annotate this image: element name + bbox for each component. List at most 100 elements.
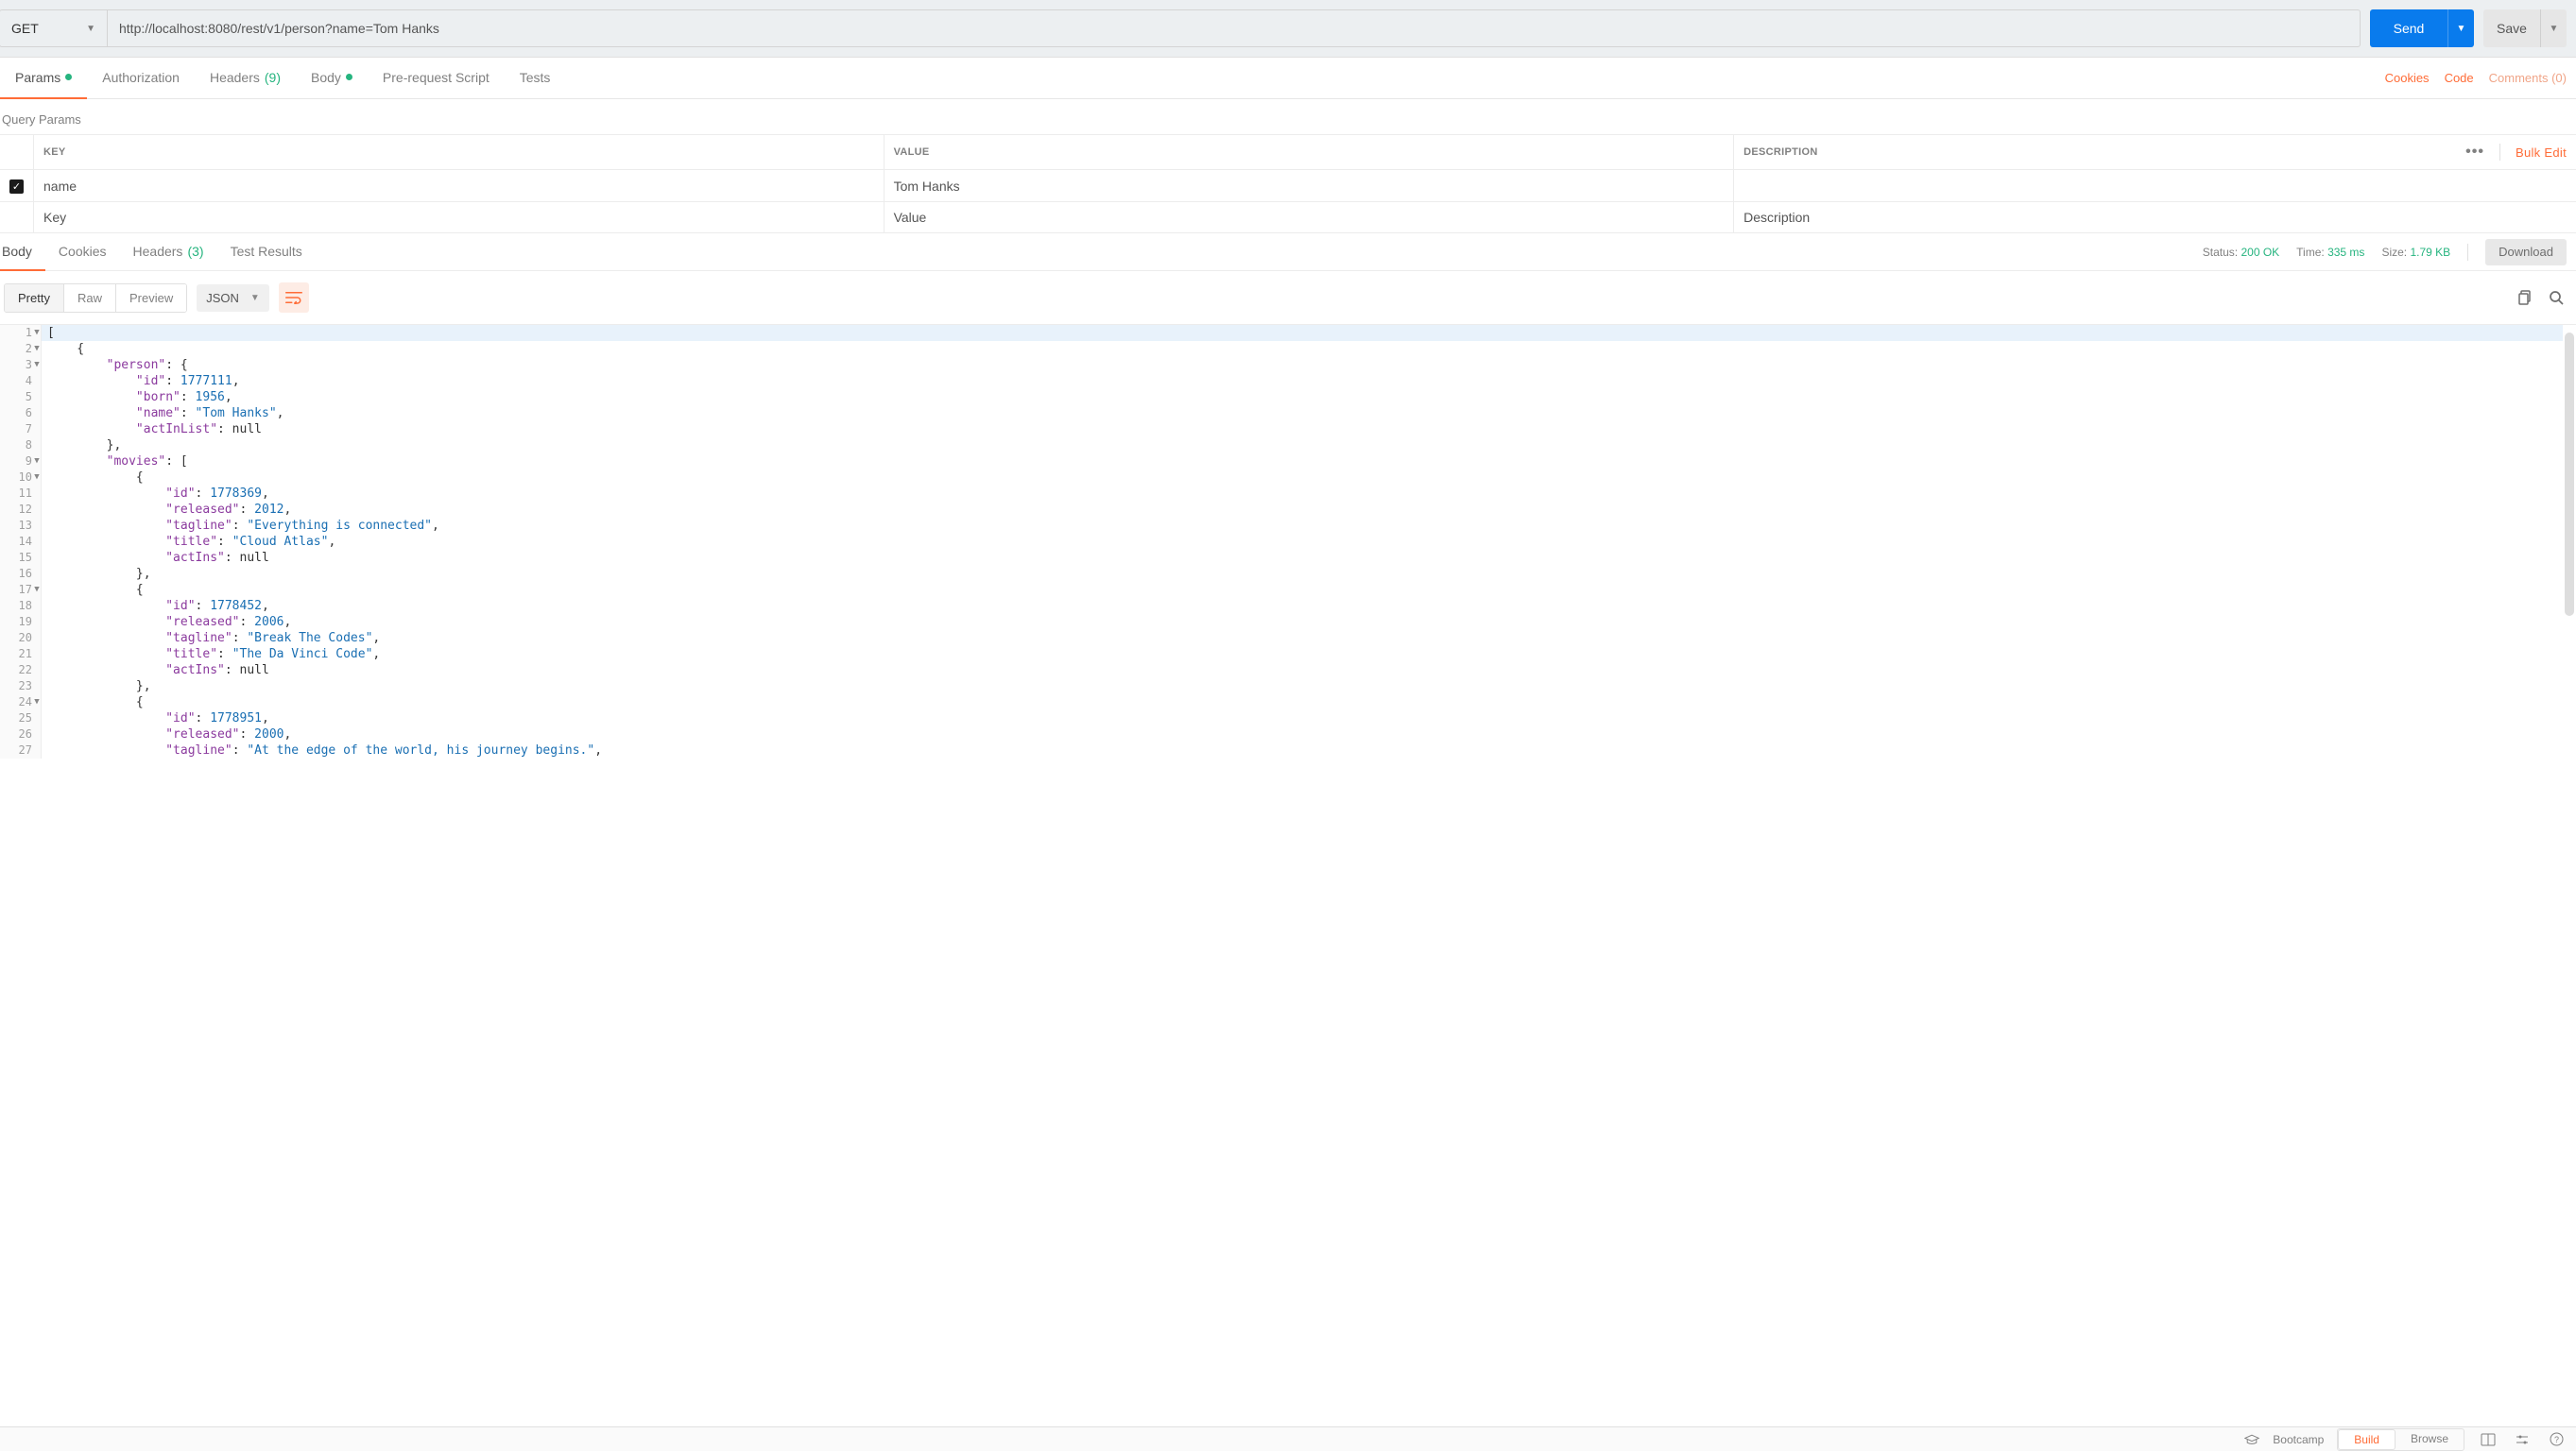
chevron-down-icon: ▼ bbox=[250, 293, 260, 303]
search-icon bbox=[2549, 290, 2564, 305]
copy-icon bbox=[2518, 290, 2533, 305]
resp-tab-tests[interactable]: Test Results bbox=[217, 233, 316, 271]
tab-prerequest[interactable]: Pre-request Script bbox=[368, 58, 505, 99]
param-checkbox-empty bbox=[0, 202, 34, 233]
method-value: GET bbox=[11, 21, 39, 36]
param-value: Tom Hanks bbox=[894, 179, 960, 194]
response-tabs: Body Cookies Headers (3) Test Results St… bbox=[0, 233, 2576, 271]
body-indicator-dot bbox=[346, 74, 352, 80]
view-mode-segment: Pretty Raw Preview bbox=[4, 283, 187, 313]
two-pane-button[interactable] bbox=[2478, 1429, 2499, 1450]
tab-auth-label: Authorization bbox=[102, 70, 180, 85]
wrap-icon bbox=[285, 291, 302, 304]
save-group: Save ▼ bbox=[2483, 9, 2567, 47]
two-pane-icon bbox=[2481, 1433, 2496, 1446]
param-row-empty: Key Value Description bbox=[0, 202, 2576, 233]
view-raw[interactable]: Raw bbox=[63, 284, 115, 312]
format-value: JSON bbox=[206, 291, 239, 305]
time-label: Time: bbox=[2296, 246, 2325, 259]
th-key: KEY bbox=[34, 135, 884, 170]
size-label: Size: bbox=[2381, 246, 2407, 259]
method-select[interactable]: GET ▼ bbox=[0, 9, 108, 47]
time-value: 335 ms bbox=[2327, 246, 2364, 259]
th-description: DESCRIPTION ••• Bulk Edit bbox=[1734, 135, 2576, 170]
param-desc-cell[interactable] bbox=[1734, 170, 2576, 202]
code-lines: [ { "person": { "id": 1777111, "born": 1… bbox=[42, 325, 2576, 759]
param-checkbox[interactable]: ✓ bbox=[9, 179, 24, 194]
tab-prerequest-label: Pre-request Script bbox=[383, 70, 489, 85]
format-select[interactable]: JSON ▼ bbox=[197, 284, 269, 312]
tab-body-label: Body bbox=[311, 70, 341, 85]
tab-headers-count: (9) bbox=[265, 70, 281, 85]
keyboard-button[interactable] bbox=[2512, 1429, 2533, 1450]
footer-mode-group: Build Browse bbox=[2337, 1428, 2464, 1451]
status-value: 200 OK bbox=[2241, 246, 2279, 259]
resp-tab-headers[interactable]: Headers (3) bbox=[120, 233, 217, 271]
resp-tab-body-label: Body bbox=[2, 244, 32, 259]
url-value: http://localhost:8080/rest/v1/person?nam… bbox=[119, 21, 439, 36]
save-dropdown[interactable]: ▼ bbox=[2540, 9, 2567, 47]
th-value: VALUE bbox=[884, 135, 1734, 170]
param-desc-placeholder[interactable]: Description bbox=[1734, 202, 2576, 233]
separator bbox=[2467, 244, 2468, 261]
tab-body[interactable]: Body bbox=[296, 58, 368, 99]
link-cookies[interactable]: Cookies bbox=[2385, 71, 2430, 85]
th-checkbox bbox=[0, 135, 34, 170]
tab-headers[interactable]: Headers (9) bbox=[195, 58, 296, 99]
wrap-lines-button[interactable] bbox=[279, 282, 309, 313]
params-indicator-dot bbox=[65, 74, 72, 80]
footer-build[interactable]: Build bbox=[2338, 1429, 2396, 1450]
help-button[interactable]: ? bbox=[2546, 1429, 2567, 1450]
request-bar: GET ▼ http://localhost:8080/rest/v1/pers… bbox=[0, 0, 2576, 58]
query-params-table: KEY VALUE DESCRIPTION ••• Bulk Edit ✓ na… bbox=[0, 134, 2576, 233]
view-preview[interactable]: Preview bbox=[115, 284, 186, 312]
status-label: Status: bbox=[2203, 246, 2238, 259]
help-icon: ? bbox=[2550, 1432, 2564, 1446]
resp-tab-cookies-label: Cookies bbox=[59, 244, 107, 259]
size-value: 1.79 KB bbox=[2410, 246, 2450, 259]
send-button[interactable]: Send bbox=[2370, 9, 2447, 47]
param-value-placeholder[interactable]: Value bbox=[884, 202, 1734, 233]
param-key: name bbox=[43, 179, 77, 194]
tab-params-label: Params bbox=[15, 70, 60, 85]
save-button[interactable]: Save bbox=[2483, 9, 2540, 47]
more-icon[interactable]: ••• bbox=[2465, 144, 2484, 161]
copy-button[interactable] bbox=[2516, 287, 2536, 308]
tab-tests-label: Tests bbox=[520, 70, 551, 85]
param-value-cell[interactable]: Tom Hanks bbox=[884, 170, 1734, 202]
response-view-row: Pretty Raw Preview JSON ▼ bbox=[0, 271, 2576, 324]
th-desc-label: DESCRIPTION bbox=[1743, 146, 1817, 158]
param-row: ✓ name Tom Hanks bbox=[0, 170, 2576, 202]
param-key-placeholder[interactable]: Key bbox=[34, 202, 884, 233]
link-comments[interactable]: Comments (0) bbox=[2489, 71, 2567, 85]
response-meta: Status: 200 OK Time: 335 ms Size: 1.79 K… bbox=[2203, 239, 2576, 265]
request-links: Cookies Code Comments (0) bbox=[2385, 71, 2576, 85]
scrollbar[interactable] bbox=[2565, 333, 2574, 616]
url-input[interactable]: http://localhost:8080/rest/v1/person?nam… bbox=[108, 9, 2361, 47]
request-tabs: Params Authorization Headers (9) Body Pr… bbox=[0, 58, 2576, 99]
view-pretty[interactable]: Pretty bbox=[5, 284, 63, 312]
bootcamp-icon bbox=[2244, 1434, 2259, 1445]
resp-tab-headers-label: Headers bbox=[133, 244, 183, 259]
tab-headers-label: Headers bbox=[210, 70, 260, 85]
resp-tab-cookies[interactable]: Cookies bbox=[45, 233, 120, 271]
download-button[interactable]: Download bbox=[2485, 239, 2567, 265]
tab-authorization[interactable]: Authorization bbox=[87, 58, 195, 99]
footer-bootcamp[interactable]: Bootcamp bbox=[2273, 1433, 2324, 1446]
settings-slider-icon bbox=[2515, 1433, 2530, 1446]
status-bar: Bootcamp Build Browse ? bbox=[0, 1426, 2576, 1451]
send-dropdown[interactable]: ▼ bbox=[2447, 9, 2474, 47]
bulk-edit-link[interactable]: Bulk Edit bbox=[2516, 145, 2567, 160]
resp-tab-tests-label: Test Results bbox=[231, 244, 302, 259]
param-key-cell[interactable]: name bbox=[34, 170, 884, 202]
tab-params[interactable]: Params bbox=[0, 58, 87, 99]
send-group: Send ▼ bbox=[2370, 9, 2474, 47]
link-code[interactable]: Code bbox=[2445, 71, 2474, 85]
search-button[interactable] bbox=[2546, 287, 2567, 308]
tab-tests[interactable]: Tests bbox=[505, 58, 566, 99]
resp-tab-body[interactable]: Body bbox=[0, 233, 45, 271]
chevron-down-icon: ▼ bbox=[86, 24, 95, 34]
footer-browse[interactable]: Browse bbox=[2396, 1429, 2464, 1450]
response-body[interactable]: 1▼2▼3▼456789▼10▼11121314151617▼181920212… bbox=[0, 324, 2576, 759]
resp-tab-headers-count: (3) bbox=[187, 244, 203, 259]
